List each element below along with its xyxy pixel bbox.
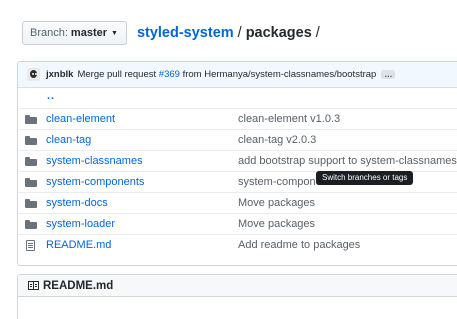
breadcrumb-current: packages [245,25,312,41]
page: Branch: master ▼ styled-system / packages /… [0,0,457,319]
parent-directory-link[interactable]: .. [47,90,55,102]
folder-icon [25,114,37,124]
commit-message-link[interactable]: Move packages [238,218,315,230]
repo-topbar: Branch: master ▼ styled-system / packages / [22,21,324,45]
book-icon [28,281,39,290]
file-name-link[interactable]: clean-element [46,113,115,125]
file-name-link[interactable]: system-docs [46,197,108,209]
folder-icon [25,156,37,166]
breadcrumb-separator: / [237,25,242,41]
commit-message-suffix: from Hermanya/system-classnames/bootstra… [182,69,377,80]
commit-message-link[interactable]: clean-element v1.0.3 [238,113,340,125]
breadcrumb-trailing-separator: / [315,25,320,41]
commit-expand-button[interactable]: … [381,70,396,79]
commit-message-link[interactable]: Move packages [238,197,315,209]
caret-down-icon: ▼ [111,29,118,37]
branch-name: master [70,27,107,39]
branch-label: Branch: [30,27,68,39]
commit-pr-link[interactable]: #369 [159,69,180,80]
folder-icon [25,219,37,229]
folder-icon [25,177,37,187]
file-table: jxnblk Merge pull request #369 from Herm… [17,61,457,266]
table-row: README.md Add readme to packages [18,235,457,255]
parent-directory-row[interactable]: .. [18,88,457,109]
file-name-link[interactable]: clean-tag [46,134,91,146]
file-name-link[interactable]: system-components [46,176,144,188]
branch-select-button[interactable]: Branch: master ▼ [22,21,127,45]
commit-message-link[interactable]: Add readme to packages [238,239,360,251]
table-row: system-docs Move packages [18,193,457,214]
folder-icon [25,198,37,208]
breadcrumb-repo-link[interactable]: styled-system [137,25,234,41]
latest-commit-bar: jxnblk Merge pull request #369 from Herm… [18,62,457,88]
file-icon [26,239,35,251]
branch-tooltip: Switch branches or tags [316,171,414,185]
commit-message-link[interactable]: clean-tag v2.0.3 [238,134,316,146]
table-row: clean-tag clean-tag v2.0.3 [18,130,457,151]
file-name-link[interactable]: system-loader [46,218,115,230]
table-row: system-loader Move packages [18,214,457,235]
file-name-link[interactable]: README.md [46,239,111,251]
readme-panel: README.md [17,274,457,319]
table-row: clean-element clean-element v1.0.3 [18,109,457,130]
file-name-link[interactable]: system-classnames [46,155,143,167]
breadcrumb: styled-system / packages / [137,25,324,41]
readme-title: README.md [43,279,114,292]
avatar[interactable] [27,68,40,81]
readme-header: README.md [18,275,457,297]
folder-icon [25,135,37,145]
commit-author-link[interactable]: jxnblk [46,69,73,80]
commit-message-link[interactable]: add bootstrap support to system-classnam… [238,155,457,167]
table-row: system-classnames add bootstrap support … [18,151,457,172]
commit-message-prefix: Merge pull request [77,69,157,80]
